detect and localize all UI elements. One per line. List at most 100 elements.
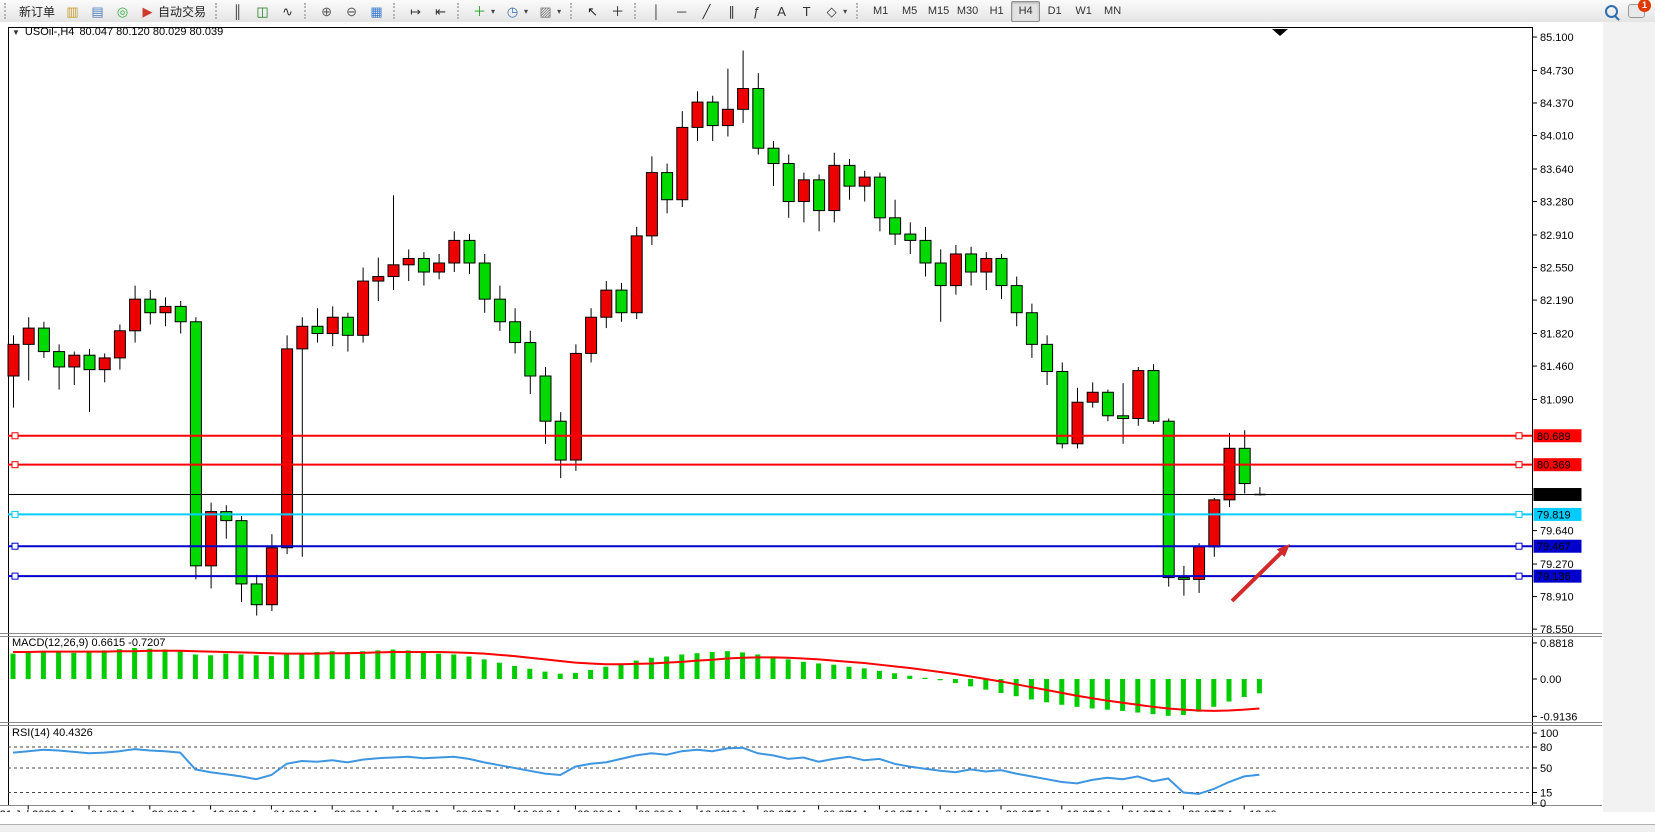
macd-histogram-bar <box>953 679 958 683</box>
line-anchor-square[interactable] <box>1516 433 1522 439</box>
price-line-label: 80.369 <box>1537 460 1571 472</box>
candle-bearish <box>54 352 65 367</box>
macd-histogram-bar <box>421 652 426 679</box>
text-icon[interactable]: A <box>769 1 794 22</box>
tile-windows-icon[interactable]: ▦ <box>364 1 389 22</box>
line-chart-icon[interactable]: ∿ <box>275 1 300 22</box>
notifications-icon[interactable]: 1 <box>1628 4 1645 18</box>
bar-chart-icon[interactable]: ║ <box>225 1 250 22</box>
chart-window-icon[interactable]: ▥ <box>60 1 85 22</box>
line-anchor-square[interactable] <box>12 433 18 439</box>
macd-histogram-bar <box>923 678 928 679</box>
line-anchor-square[interactable] <box>12 543 18 549</box>
cursor-icon[interactable]: ↖ <box>580 1 605 22</box>
price-tick-label: 81.460 <box>1540 361 1574 373</box>
auto-trading-icon: ▶ <box>140 5 155 18</box>
crosshair-icon[interactable]: ＋ <box>605 1 630 22</box>
auto-trading-button[interactable]: ▶自动交易 <box>135 1 211 22</box>
line-anchor-square[interactable] <box>1516 573 1522 579</box>
macd-histogram-bar <box>87 652 92 679</box>
price-line-label: 79.136 <box>1537 571 1571 583</box>
crosshair-icon: ＋ <box>610 5 625 18</box>
price-line-label: 79.819 <box>1537 509 1571 521</box>
timeframe-button-m5[interactable]: M5 <box>895 1 924 22</box>
candle-bullish <box>373 277 384 282</box>
chart-shift-icon[interactable]: ⇤ <box>428 1 453 22</box>
chevron-down-icon[interactable]: ▾ <box>491 7 495 16</box>
notification-badge: 1 <box>1638 0 1651 12</box>
candle-bullish <box>798 180 809 202</box>
macd-histogram-bar <box>147 649 152 679</box>
macd-histogram-bar <box>771 657 776 679</box>
macd-histogram-bar <box>695 653 700 679</box>
line-anchor-square[interactable] <box>12 511 18 517</box>
new-order-button-label: 新订单 <box>19 3 55 20</box>
candle-bullish <box>206 512 217 566</box>
price-tick-label: 79.270 <box>1540 559 1574 571</box>
candle-bullish <box>403 258 414 264</box>
line-anchor-square[interactable] <box>12 573 18 579</box>
candle-bearish <box>312 326 323 333</box>
fibonacci-icon[interactable]: ƒ <box>744 1 769 22</box>
macd-histogram-bar <box>436 654 441 679</box>
timeframe-button-h1[interactable]: H1 <box>982 1 1011 22</box>
shapes-icon[interactable]: ◇▾ <box>819 1 852 22</box>
signal-icon[interactable]: ◎ <box>110 1 135 22</box>
macd-histogram-bar <box>588 670 593 679</box>
timeframe-button-mn[interactable]: MN <box>1098 1 1127 22</box>
timeframe-button-m30[interactable]: M30 <box>953 1 982 22</box>
chart-background <box>0 22 1655 812</box>
chevron-down-icon[interactable]: ▾ <box>843 7 847 16</box>
label-icon[interactable]: T <box>794 1 819 22</box>
rsi-axis-label: 0 <box>1540 798 1546 810</box>
candle-bullish <box>69 355 80 367</box>
zoom-out-icon[interactable]: ⊖ <box>339 1 364 22</box>
line-anchor-square[interactable] <box>1516 511 1522 517</box>
candle-bullish <box>859 177 870 186</box>
market-watch-icon[interactable]: ▤ <box>85 1 110 22</box>
macd-histogram-bar <box>497 663 502 679</box>
line-anchor-square[interactable] <box>12 462 18 468</box>
macd-histogram-bar <box>56 652 61 679</box>
macd-histogram-bar <box>603 667 608 679</box>
line-anchor-square[interactable] <box>1516 462 1522 468</box>
trendline-icon[interactable]: ╱ <box>694 1 719 22</box>
candle-bearish <box>874 177 885 218</box>
date-tick-label: 1 Aug 04:00 <box>60 809 119 812</box>
date-tick-label: 10 Aug 08:00 <box>725 809 790 812</box>
macd-axis-label: -0.9136 <box>1540 711 1577 723</box>
timeframe-button-w1[interactable]: W1 <box>1069 1 1098 22</box>
timeframe-button-d1[interactable]: D1 <box>1040 1 1069 22</box>
periods-icon[interactable]: ◷▾ <box>500 1 533 22</box>
macd-histogram-bar <box>406 650 411 679</box>
timeframe-button-m1[interactable]: M1 <box>866 1 895 22</box>
chevron-down-icon[interactable]: ▾ <box>524 7 528 16</box>
zoom-in-icon[interactable]: ⊕ <box>314 1 339 22</box>
search-icon[interactable] <box>1605 5 1618 18</box>
auto-scroll-icon[interactable]: ↦ <box>403 1 428 22</box>
horizontal-line-icon[interactable]: ─ <box>669 1 694 22</box>
candle-bearish <box>221 512 232 521</box>
indicators-icon[interactable]: ＋▾ <box>467 1 500 22</box>
candle-bearish <box>190 322 201 566</box>
candlestick-icon[interactable]: ◫ <box>250 1 275 22</box>
rsi-axis-label: 100 <box>1540 728 1558 740</box>
new-order-button[interactable]: 新订单 <box>14 1 60 22</box>
line-anchor-square[interactable] <box>1516 543 1522 549</box>
timeframe-button-m15[interactable]: M15 <box>924 1 953 22</box>
candle-bearish <box>966 254 977 272</box>
candle-bearish <box>753 89 764 149</box>
candle-bearish <box>814 180 825 211</box>
price-line-label: 80.689 <box>1537 431 1571 443</box>
date-tick-label: 3 Aug 04:00 <box>242 809 301 812</box>
candle-bullish <box>1072 402 1083 444</box>
macd-histogram-bar <box>1075 679 1080 707</box>
vertical-line-icon[interactable]: │ <box>644 1 669 22</box>
chart-dropdown-icon[interactable]: ▼ <box>12 28 20 37</box>
chevron-down-icon[interactable]: ▾ <box>557 7 561 16</box>
channel-icon[interactable]: ∥ <box>719 1 744 22</box>
candle-bearish <box>342 317 353 335</box>
macd-histogram-bar <box>847 667 852 679</box>
timeframe-button-h4[interactable]: H4 <box>1011 1 1040 22</box>
templates-icon[interactable]: ▨▾ <box>533 1 566 22</box>
